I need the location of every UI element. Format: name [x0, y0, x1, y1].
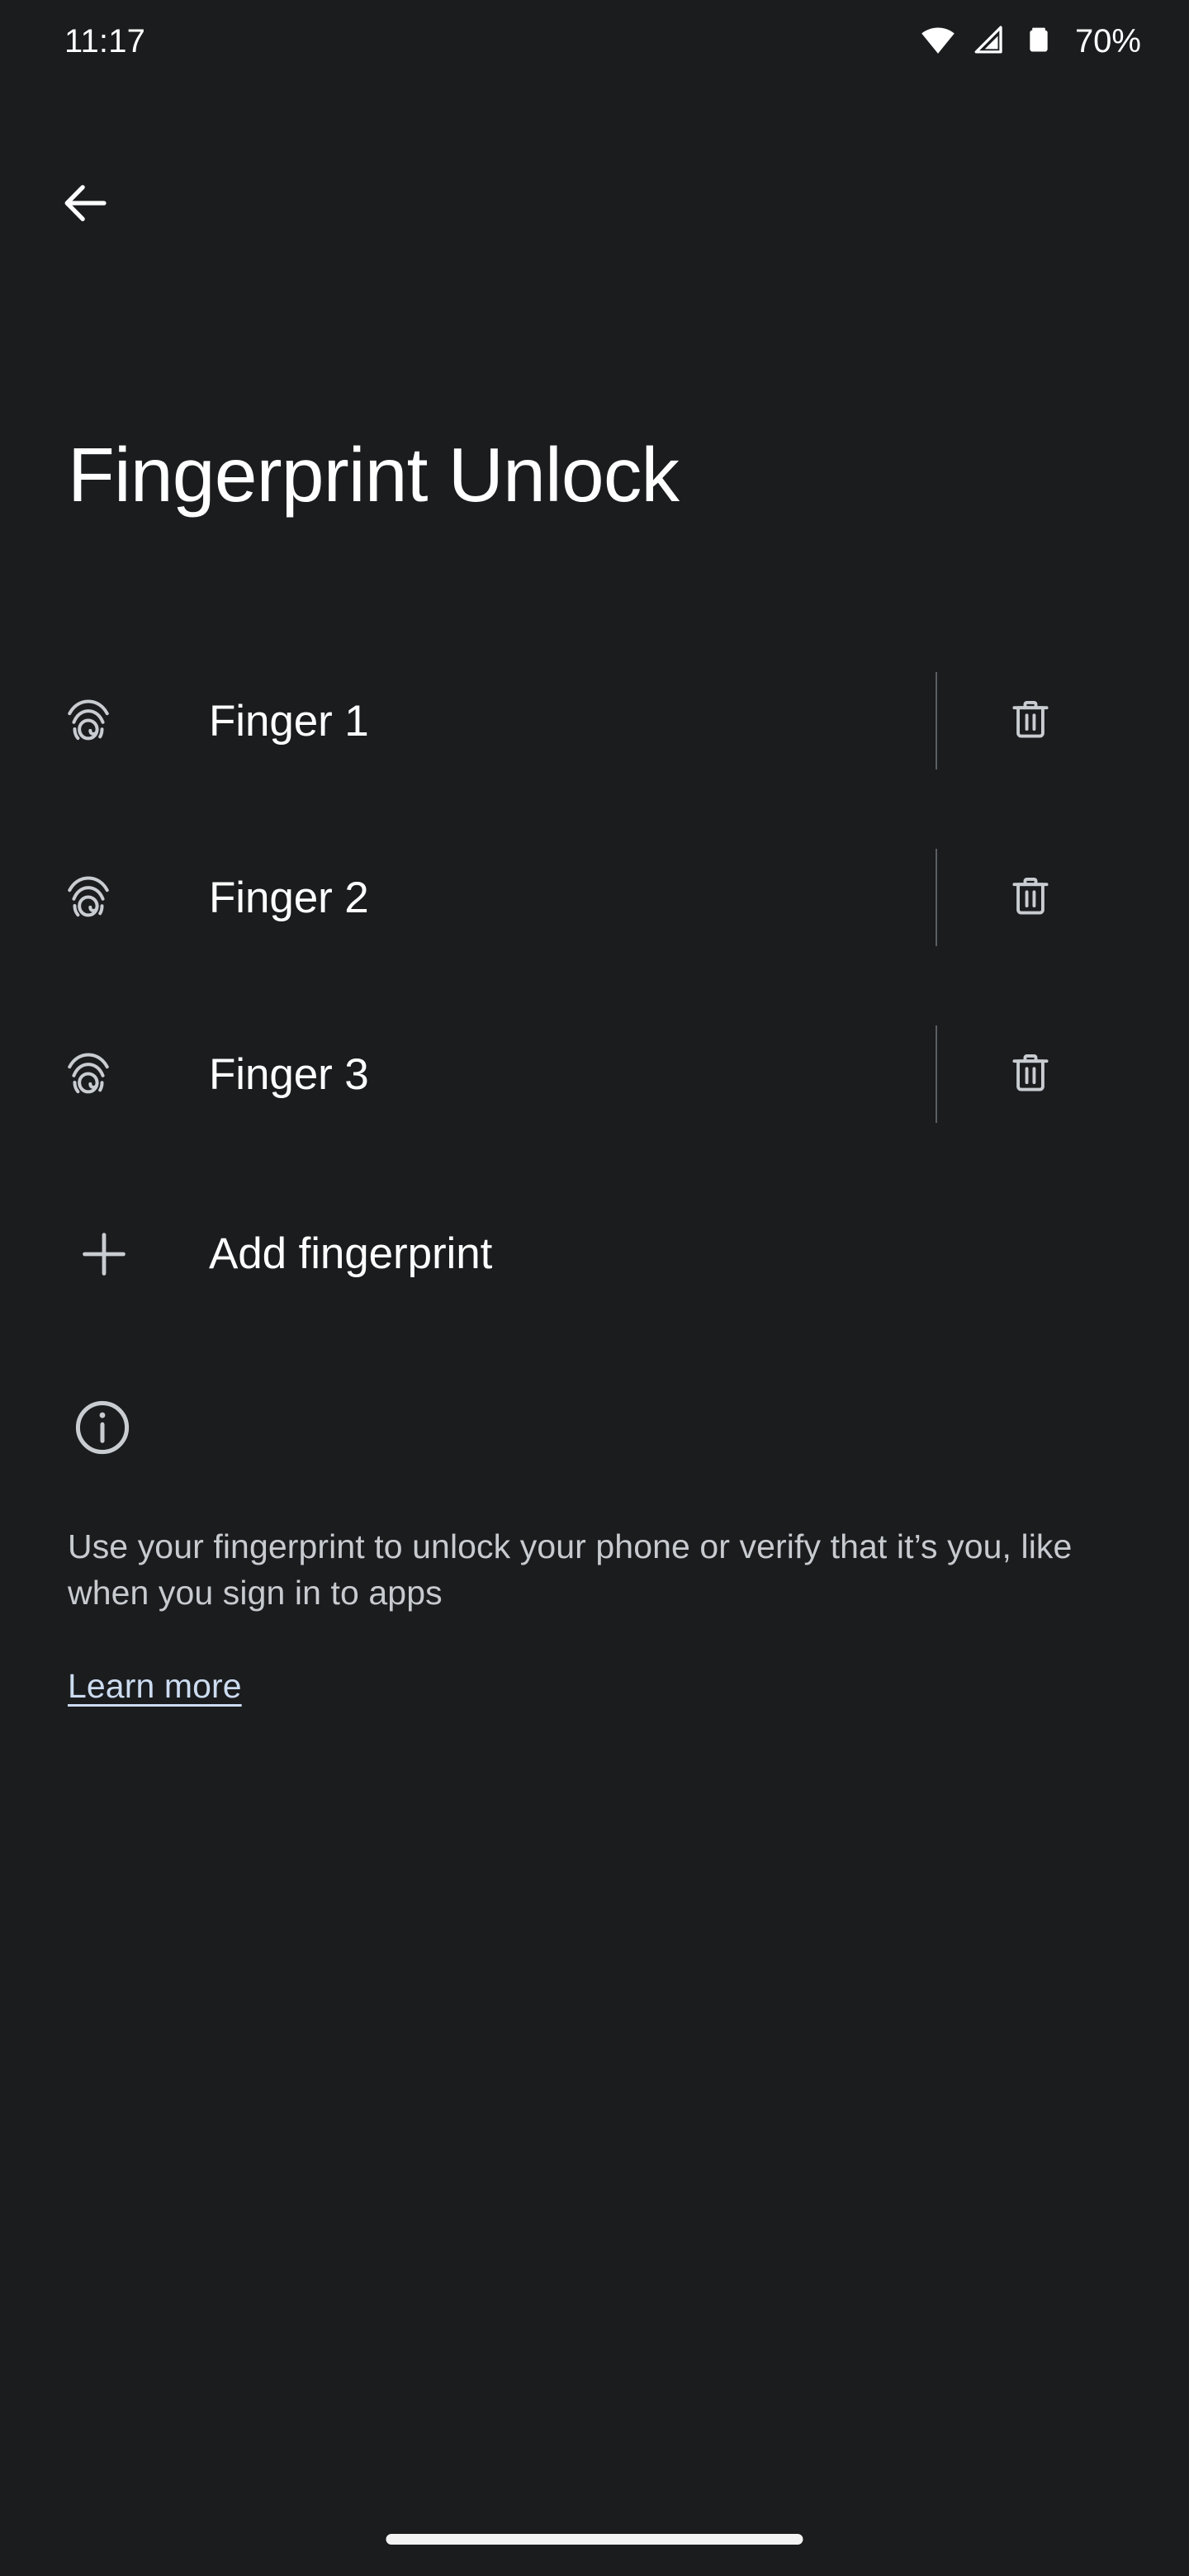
fingerprint-label: Finger 2	[209, 874, 369, 922]
status-bar-clock: 11:17	[64, 23, 146, 59]
plus-icon	[73, 1223, 135, 1286]
row-divider	[936, 672, 937, 769]
home-indicator[interactable]	[386, 2534, 803, 2545]
status-bar: 11:17 70%	[0, 0, 1189, 83]
delete-fingerprint-button[interactable]	[994, 862, 1067, 935]
wifi-icon	[920, 21, 956, 62]
learn-more-link[interactable]: Learn more	[68, 1664, 242, 1708]
fingerprint-row-3[interactable]: Finger 3	[0, 1025, 1189, 1123]
add-fingerprint-row[interactable]: Add fingerprint	[0, 1210, 1189, 1298]
trash-icon	[1007, 873, 1054, 923]
arrow-left-icon	[59, 176, 113, 234]
battery-icon	[1022, 23, 1055, 60]
row-divider	[936, 1025, 937, 1123]
row-divider	[936, 849, 937, 946]
add-fingerprint-label: Add fingerprint	[209, 1229, 493, 1278]
info-circle-icon	[70, 1395, 135, 1460]
fingerprint-label: Finger 3	[209, 1050, 369, 1099]
fingerprint-row-2[interactable]: Finger 2	[0, 849, 1189, 946]
trash-icon	[1007, 1049, 1054, 1100]
fingerprint-row-1[interactable]: Finger 1	[0, 672, 1189, 769]
fingerprint-list: Finger 1 Finger 2 Finger 3	[0, 672, 1189, 1123]
fingerprint-icon	[63, 691, 114, 752]
fingerprint-icon	[63, 868, 114, 929]
trash-icon	[1007, 696, 1054, 746]
battery-percent-label: 70%	[1074, 23, 1141, 59]
fingerprint-label: Finger 1	[209, 697, 369, 746]
page-title: Fingerprint Unlock	[68, 432, 680, 518]
back-button[interactable]	[43, 162, 129, 248]
delete-fingerprint-button[interactable]	[994, 1039, 1067, 1111]
cellular-signal-icon	[972, 22, 1007, 61]
fingerprint-icon	[63, 1044, 114, 1106]
fingerprint-description: Use your fingerprint to unlock your phon…	[68, 1527, 1073, 1612]
status-bar-icons: 70%	[920, 21, 1141, 62]
delete-fingerprint-button[interactable]	[994, 685, 1067, 758]
